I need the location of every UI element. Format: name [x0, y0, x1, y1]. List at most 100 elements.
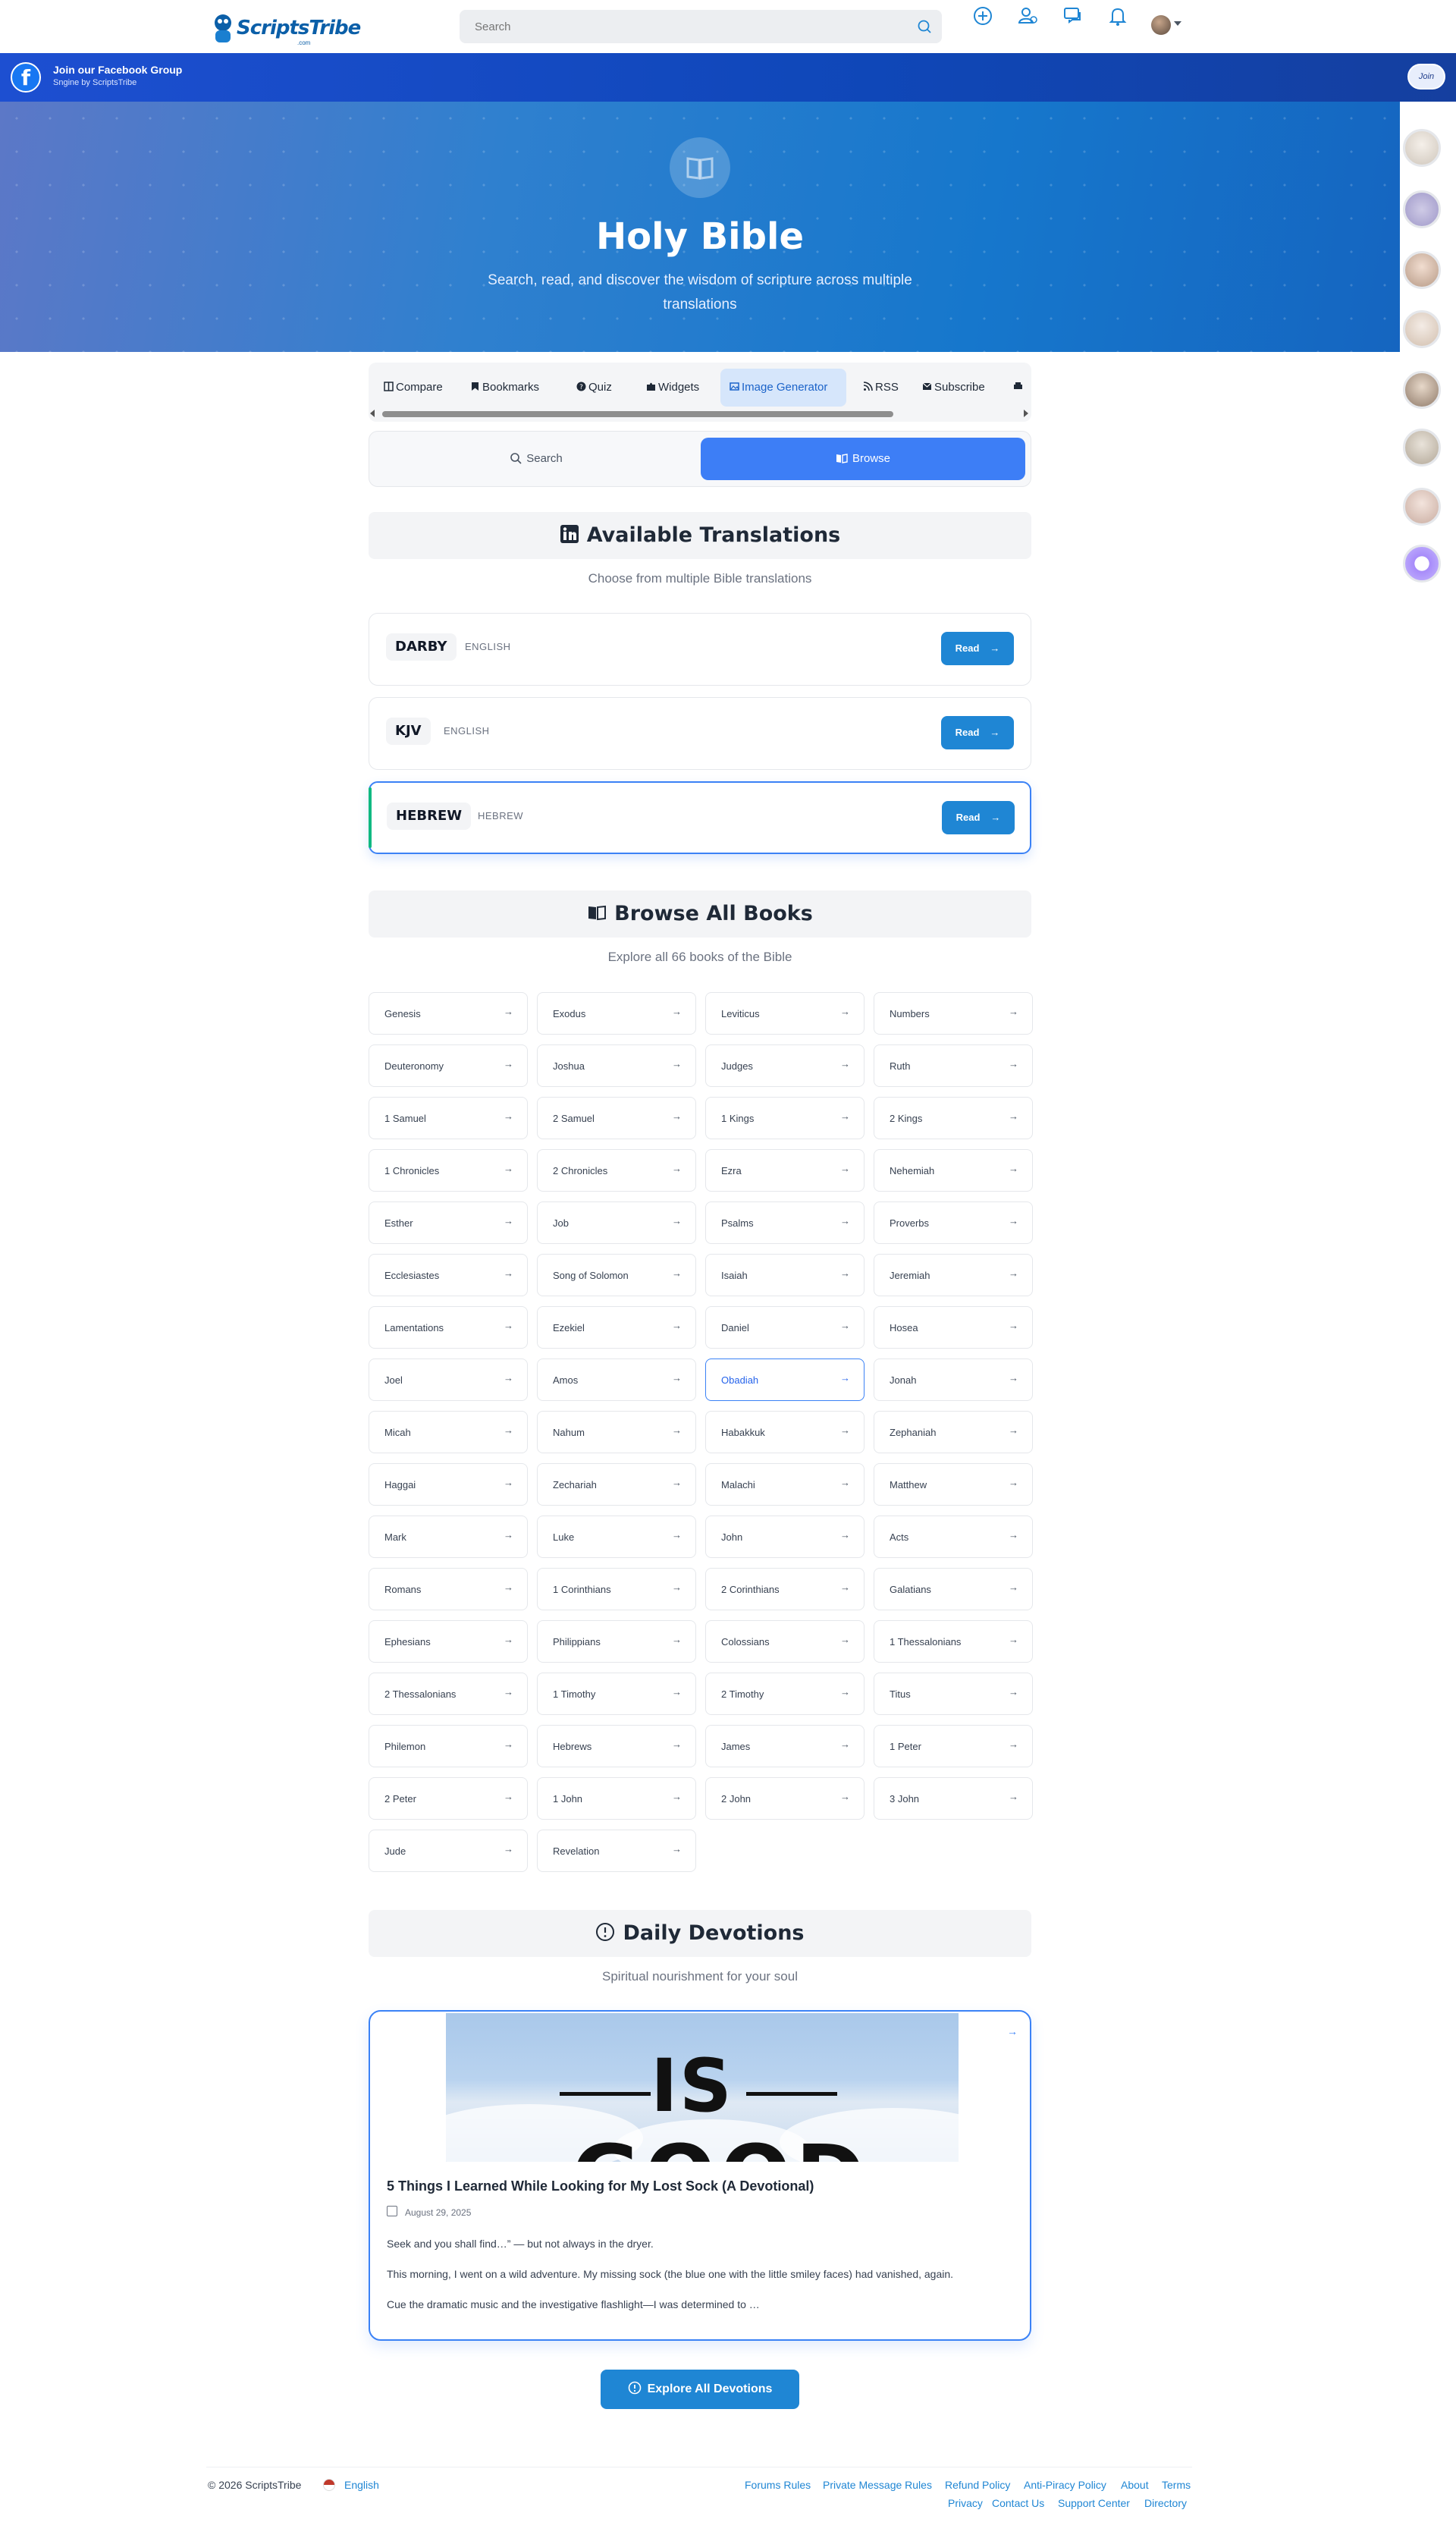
- footer-link-privacy[interactable]: Privacy: [948, 2497, 983, 2509]
- site-logo[interactable]: ScriptsTribe .com: [206, 11, 361, 49]
- devotion-title[interactable]: 5 Things I Learned While Looking for My …: [387, 2178, 814, 2194]
- book-item[interactable]: Judges →: [705, 1044, 864, 1087]
- tab-quiz[interactable]: ? Quiz: [567, 369, 620, 407]
- book-item[interactable]: Ruth →: [874, 1044, 1033, 1087]
- read-button[interactable]: Read →: [941, 632, 1014, 665]
- book-item[interactable]: 1 Samuel →: [369, 1097, 528, 1139]
- book-item[interactable]: Nahum →: [537, 1411, 696, 1453]
- book-item[interactable]: 1 Thessalonians →: [874, 1620, 1033, 1663]
- book-item[interactable]: Romans →: [369, 1568, 528, 1610]
- tab-widgets[interactable]: Widgets: [637, 369, 713, 407]
- book-item[interactable]: 2 Corinthians →: [705, 1568, 864, 1610]
- notifications-bell-icon[interactable]: [1106, 5, 1129, 27]
- book-item[interactable]: Obadiah →: [705, 1359, 864, 1401]
- book-item[interactable]: Genesis →: [369, 992, 528, 1035]
- search-mode-button[interactable]: Search: [374, 438, 698, 480]
- online-user-avatar[interactable]: [1403, 129, 1441, 167]
- book-item[interactable]: Matthew →: [874, 1463, 1033, 1506]
- tab-overflow[interactable]: [1010, 369, 1027, 407]
- footer-link-about[interactable]: About: [1121, 2479, 1149, 2491]
- book-item[interactable]: Galatians →: [874, 1568, 1033, 1610]
- devotion-image[interactable]: IS GOOD: [446, 2013, 959, 2162]
- book-item[interactable]: John →: [705, 1516, 864, 1558]
- friends-icon[interactable]: [1016, 5, 1039, 27]
- book-item[interactable]: James →: [705, 1725, 864, 1767]
- messages-icon[interactable]: [1062, 5, 1084, 27]
- add-icon[interactable]: [971, 5, 994, 27]
- book-item[interactable]: Nehemiah →: [874, 1149, 1033, 1192]
- book-item[interactable]: 2 Peter →: [369, 1777, 528, 1820]
- facebook-join-button[interactable]: Join: [1407, 64, 1445, 90]
- book-item[interactable]: 1 Corinthians →: [537, 1568, 696, 1610]
- footer-link-terms[interactable]: Terms: [1162, 2479, 1191, 2491]
- footer-link-pm-rules[interactable]: Private Message Rules: [823, 2479, 932, 2491]
- scroll-left-icon[interactable]: [370, 410, 375, 417]
- browse-mode-button[interactable]: Browse: [701, 438, 1025, 480]
- tab-bookmarks[interactable]: Bookmarks: [461, 369, 551, 407]
- language-selector[interactable]: English: [344, 2479, 379, 2491]
- book-item[interactable]: 2 John →: [705, 1777, 864, 1820]
- devotion-card[interactable]: IS GOOD → 5 Things I Learned While Looki…: [369, 2010, 1031, 2341]
- online-user-avatar[interactable]: [1403, 190, 1441, 228]
- tab-compare[interactable]: Compare: [375, 369, 447, 407]
- user-avatar[interactable]: [1151, 15, 1171, 35]
- online-user-avatar[interactable]: [1403, 488, 1441, 526]
- book-item[interactable]: Mark →: [369, 1516, 528, 1558]
- book-item[interactable]: 2 Chronicles →: [537, 1149, 696, 1192]
- book-item[interactable]: Job →: [537, 1201, 696, 1244]
- online-user-avatar[interactable]: [1403, 429, 1441, 466]
- facebook-icon[interactable]: f: [11, 62, 41, 93]
- book-item[interactable]: Jeremiah →: [874, 1254, 1033, 1296]
- online-user-avatar[interactable]: [1403, 545, 1441, 583]
- book-item[interactable]: Joshua →: [537, 1044, 696, 1087]
- footer-link-directory[interactable]: Directory: [1144, 2497, 1187, 2509]
- book-item[interactable]: 3 John →: [874, 1777, 1033, 1820]
- book-item[interactable]: Micah →: [369, 1411, 528, 1453]
- book-item[interactable]: Revelation →: [537, 1830, 696, 1872]
- footer-link-anti-piracy[interactable]: Anti-Piracy Policy: [1024, 2479, 1106, 2491]
- book-item[interactable]: Amos →: [537, 1359, 696, 1401]
- book-item[interactable]: Esther →: [369, 1201, 528, 1244]
- book-item[interactable]: 1 Kings →: [705, 1097, 864, 1139]
- book-item[interactable]: Luke →: [537, 1516, 696, 1558]
- book-item[interactable]: Zechariah →: [537, 1463, 696, 1506]
- book-item[interactable]: Titus →: [874, 1673, 1033, 1715]
- book-item[interactable]: Ezekiel →: [537, 1306, 696, 1349]
- book-item[interactable]: Numbers →: [874, 992, 1033, 1035]
- book-item[interactable]: Zephaniah →: [874, 1411, 1033, 1453]
- book-item[interactable]: Daniel →: [705, 1306, 864, 1349]
- footer-link-forums-rules[interactable]: Forums Rules: [745, 2479, 811, 2491]
- tab-image-generator[interactable]: Image Generator: [720, 369, 846, 407]
- search-input[interactable]: [475, 19, 899, 34]
- book-item[interactable]: Hosea →: [874, 1306, 1033, 1349]
- book-item[interactable]: Proverbs →: [874, 1201, 1033, 1244]
- chevron-down-icon[interactable]: [1174, 21, 1181, 26]
- book-item[interactable]: Jonah →: [874, 1359, 1033, 1401]
- book-item[interactable]: 2 Thessalonians →: [369, 1673, 528, 1715]
- search-icon[interactable]: [916, 18, 933, 35]
- read-button[interactable]: Read →: [941, 716, 1014, 749]
- online-user-avatar[interactable]: [1403, 310, 1441, 348]
- book-item[interactable]: Isaiah →: [705, 1254, 864, 1296]
- book-item[interactable]: Psalms →: [705, 1201, 864, 1244]
- book-item[interactable]: Ephesians →: [369, 1620, 528, 1663]
- footer-link-refund-policy[interactable]: Refund Policy: [945, 2479, 1010, 2491]
- book-item[interactable]: 2 Samuel →: [537, 1097, 696, 1139]
- book-item[interactable]: 2 Timothy →: [705, 1673, 864, 1715]
- online-user-avatar[interactable]: [1403, 371, 1441, 409]
- arrow-right-icon[interactable]: →: [1007, 2025, 1018, 2037]
- facebook-bar-title[interactable]: Join our Facebook Group: [53, 64, 182, 76]
- book-item[interactable]: Ecclesiastes →: [369, 1254, 528, 1296]
- book-item[interactable]: Joel →: [369, 1359, 528, 1401]
- explore-devotions-button[interactable]: Explore All Devotions: [601, 2370, 799, 2409]
- book-item[interactable]: Philippians →: [537, 1620, 696, 1663]
- book-item[interactable]: 2 Kings →: [874, 1097, 1033, 1139]
- tab-rss[interactable]: RSS: [854, 369, 907, 407]
- read-button[interactable]: Read →: [942, 801, 1015, 834]
- book-item[interactable]: 1 Timothy →: [537, 1673, 696, 1715]
- book-item[interactable]: Lamentations →: [369, 1306, 528, 1349]
- book-item[interactable]: 1 Peter →: [874, 1725, 1033, 1767]
- book-item[interactable]: Exodus →: [537, 992, 696, 1035]
- footer-link-contact[interactable]: Contact Us: [992, 2497, 1044, 2509]
- book-item[interactable]: Leviticus →: [705, 992, 864, 1035]
